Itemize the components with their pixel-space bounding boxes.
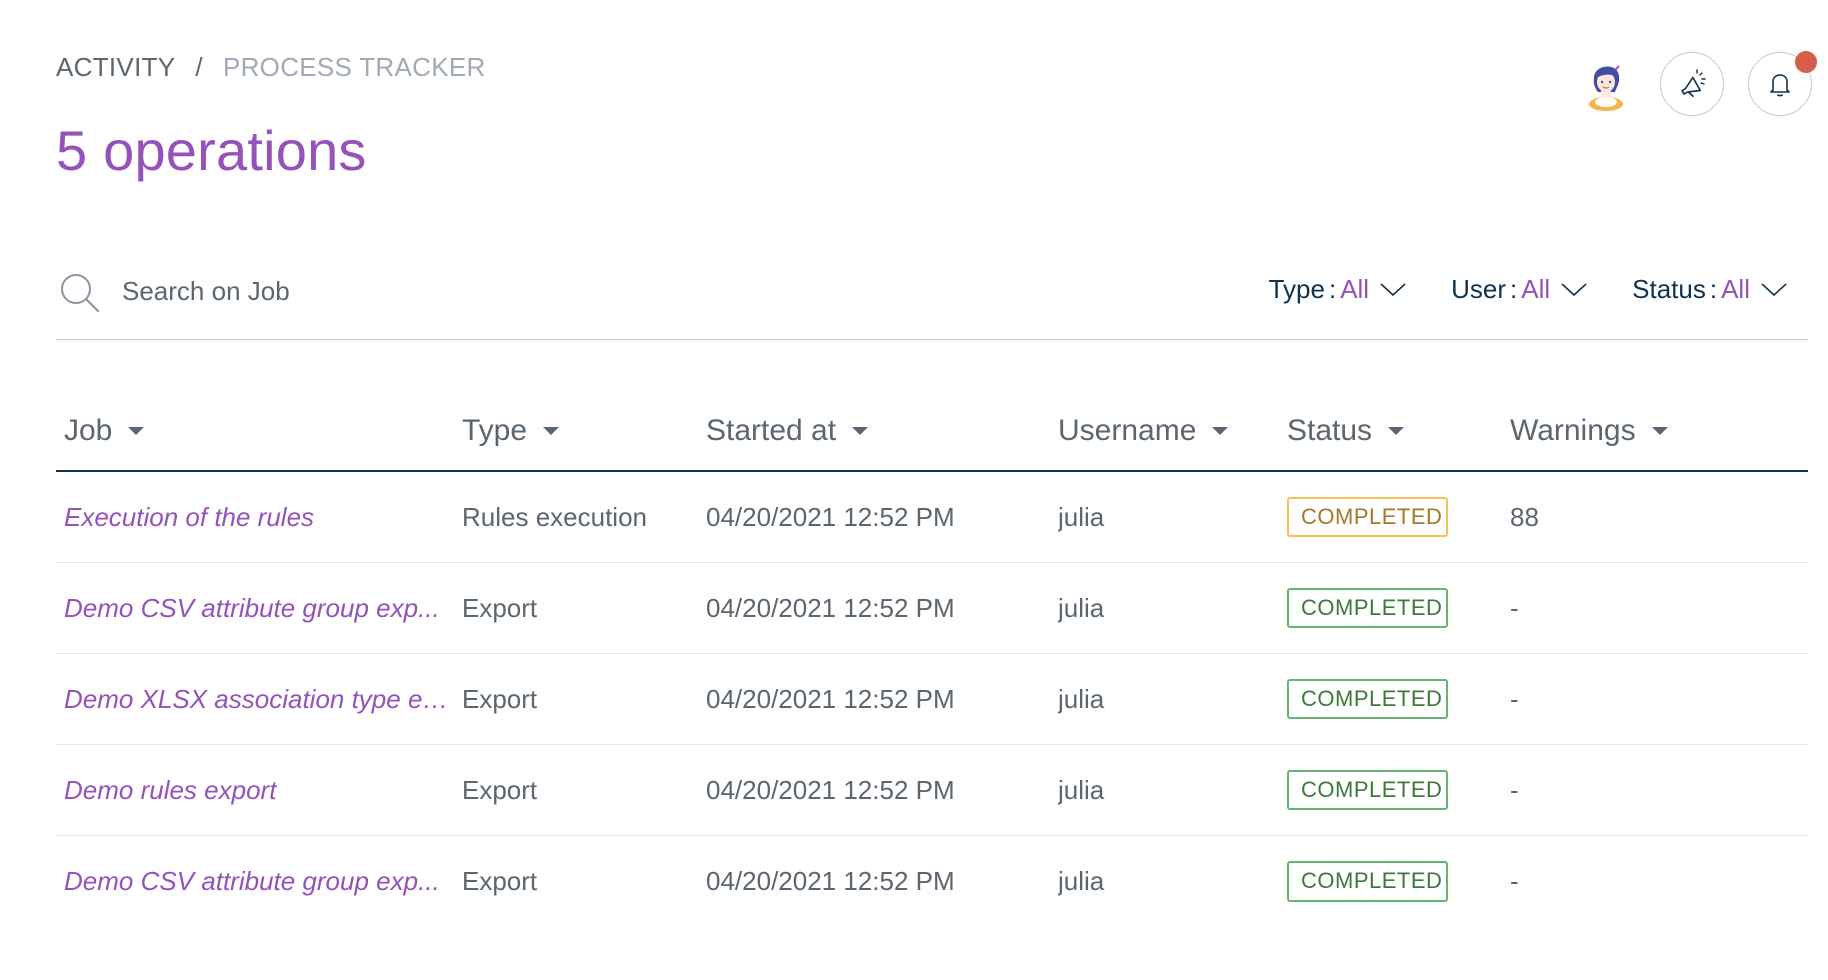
- status-badge: COMPLETED: [1287, 769, 1448, 811]
- search-filter-bar: Type : All User : All Status : All: [56, 262, 1808, 340]
- breadcrumb-separator: /: [195, 52, 203, 82]
- status-badge: COMPLETED: [1287, 861, 1448, 902]
- warnings-count: -: [1510, 866, 1519, 896]
- filter-user-value: All: [1521, 274, 1551, 304]
- user-avatar-illustration-icon: [1589, 65, 1623, 111]
- search-icon: [61, 274, 100, 313]
- job-name-link[interactable]: Demo XLSX association type ex...: [56, 684, 462, 715]
- column-header-job[interactable]: Job: [56, 414, 462, 448]
- chevron-down-icon: [1380, 282, 1406, 296]
- search-input[interactable]: [122, 276, 722, 307]
- chevron-down-icon: [1761, 282, 1787, 296]
- breadcrumb: ACTIVITY / PROCESS TRACKER: [56, 52, 486, 83]
- chevron-down-icon: [1561, 282, 1587, 296]
- column-header-username[interactable]: Username: [1058, 414, 1287, 448]
- notification-badge-dot: [1795, 51, 1817, 73]
- started-at: 04/20/2021 12:52 PM: [706, 501, 955, 532]
- table-row[interactable]: Demo CSV attribute group exp... Export 0…: [56, 563, 1808, 654]
- status-badge: COMPLETED: [1287, 678, 1448, 720]
- sort-caret-icon: [1651, 427, 1668, 435]
- username: julia: [1058, 592, 1105, 623]
- breadcrumb-current: PROCESS TRACKER: [222, 52, 486, 82]
- job-type: Rules execution: [462, 501, 647, 532]
- table-body: Execution of the rules Rules execution 0…: [56, 472, 1808, 927]
- job-type: Export: [462, 774, 538, 805]
- filter-type-value: All: [1340, 274, 1370, 304]
- sort-caret-icon: [1212, 427, 1229, 435]
- username: julia: [1058, 866, 1105, 896]
- warnings-count: -: [1510, 592, 1519, 623]
- started-at: 04/20/2021 12:52 PM: [706, 774, 955, 805]
- sort-caret-icon: [852, 427, 869, 435]
- warnings-count: 88: [1510, 501, 1539, 532]
- filter-status-value: All: [1721, 274, 1750, 304]
- table-row[interactable]: Execution of the rules Rules execution 0…: [56, 472, 1808, 563]
- username: julia: [1058, 774, 1105, 805]
- job-name-link[interactable]: Demo CSV attribute group exp...: [56, 593, 462, 624]
- job-name-link[interactable]: Execution of the rules: [56, 502, 462, 533]
- process-tracker-page: ACTIVITY / PROCESS TRACKER 5 operations: [0, 0, 1828, 980]
- started-at: 04/20/2021 12:52 PM: [706, 866, 955, 896]
- megaphone-icon: [1681, 69, 1706, 98]
- page-title: 5 operations: [56, 119, 367, 182]
- status-badge: COMPLETED: [1287, 587, 1448, 629]
- filters: Type : All User : All Status : All: [1269, 274, 1788, 305]
- filter-type-label: Type: [1268, 274, 1325, 304]
- column-header-warnings[interactable]: Warnings: [1510, 414, 1808, 448]
- breadcrumb-activity-link[interactable]: ACTIVITY: [56, 52, 175, 83]
- started-at: 04/20/2021 12:52 PM: [706, 683, 955, 714]
- username: julia: [1058, 501, 1105, 532]
- table-row[interactable]: Demo rules export Export 04/20/2021 12:5…: [56, 745, 1808, 836]
- warnings-count: -: [1510, 774, 1519, 805]
- started-at: 04/20/2021 12:52 PM: [706, 592, 955, 623]
- filter-status[interactable]: Status : All: [1632, 274, 1788, 305]
- status-badge: COMPLETED: [1287, 496, 1448, 538]
- sort-caret-icon: [1388, 427, 1405, 435]
- table-header: Job Type Started at Username Status Warn…: [56, 392, 1808, 472]
- column-header-type[interactable]: Type: [462, 414, 706, 448]
- notifications-button[interactable]: [1748, 51, 1817, 116]
- warnings-count: -: [1510, 683, 1519, 714]
- job-type: Export: [462, 592, 538, 623]
- job-type: Export: [462, 683, 538, 714]
- username: julia: [1058, 683, 1105, 714]
- sort-caret-icon: [128, 427, 145, 435]
- bell-icon: [1770, 74, 1790, 97]
- job-name-link[interactable]: Demo CSV attribute group exp...: [56, 866, 462, 897]
- filter-status-label: Status: [1632, 274, 1706, 304]
- job-type: Export: [462, 866, 538, 896]
- announcements-button[interactable]: [1660, 52, 1724, 116]
- column-header-started-at[interactable]: Started at: [706, 414, 1058, 448]
- filter-user-label: User: [1451, 274, 1506, 304]
- table-row[interactable]: Demo CSV attribute group exp... Export 0…: [56, 836, 1808, 927]
- header-actions: [1576, 51, 1817, 116]
- table-row[interactable]: Demo XLSX association type ex... Export …: [56, 654, 1808, 745]
- column-header-status[interactable]: Status: [1287, 414, 1510, 448]
- filter-user[interactable]: User : All: [1451, 274, 1588, 305]
- user-avatar[interactable]: [1576, 54, 1636, 114]
- sort-caret-icon: [543, 427, 560, 435]
- job-name-link[interactable]: Demo rules export: [56, 775, 462, 806]
- operations-table: Job Type Started at Username Status Warn…: [56, 392, 1808, 927]
- filter-type[interactable]: Type : All: [1269, 274, 1408, 305]
